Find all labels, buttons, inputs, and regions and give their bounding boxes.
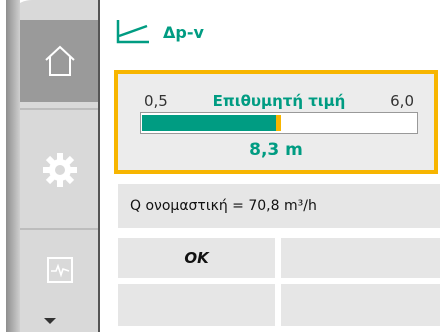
rail-divider xyxy=(20,108,100,110)
slider-handle[interactable] xyxy=(276,115,281,131)
slider-fill xyxy=(142,115,276,131)
range-min-label: 0,5 xyxy=(144,92,168,110)
nav-home-button[interactable] xyxy=(20,20,100,102)
control-curve-icon xyxy=(116,20,149,44)
navigation-rail xyxy=(0,0,100,332)
mode-header: Δp-v xyxy=(115,12,204,52)
setpoint-editor[interactable]: 0,5 Επιθυμητή τιμή 6,0 8,3 m xyxy=(114,70,438,174)
setpoint-slider[interactable] xyxy=(140,112,418,134)
rail-separator-line xyxy=(98,0,100,332)
nav-scroll-down[interactable] xyxy=(30,316,70,332)
setpoint-value: 8,3 m xyxy=(249,140,303,160)
empty-button-slot[interactable] xyxy=(118,284,275,326)
control-mode-label: Δp-v xyxy=(163,22,204,42)
empty-button-slot[interactable] xyxy=(281,238,440,278)
nominal-flow-info: Q ονομαστική = 70,8 m³/h xyxy=(118,184,440,228)
nav-diagnostics-button[interactable] xyxy=(20,232,100,308)
ok-button-label: OK xyxy=(184,249,209,267)
rail-divider xyxy=(20,228,100,230)
ok-button[interactable]: OK xyxy=(118,238,275,278)
setpoint-title: Επιθυμητή τιμή xyxy=(212,92,346,110)
nominal-flow-text: Q ονομαστική = 70,8 m³/h xyxy=(130,198,317,214)
setpoint-range-row: 0,5 Επιθυμητή τιμή 6,0 xyxy=(144,90,414,112)
gear-icon xyxy=(43,153,77,187)
empty-button-slot[interactable] xyxy=(281,284,440,326)
chevron-down-icon xyxy=(44,318,56,324)
range-max-label: 6,0 xyxy=(390,92,414,110)
home-icon xyxy=(45,45,75,76)
nav-settings-button[interactable] xyxy=(20,116,100,224)
diagnostics-icon xyxy=(47,257,73,283)
